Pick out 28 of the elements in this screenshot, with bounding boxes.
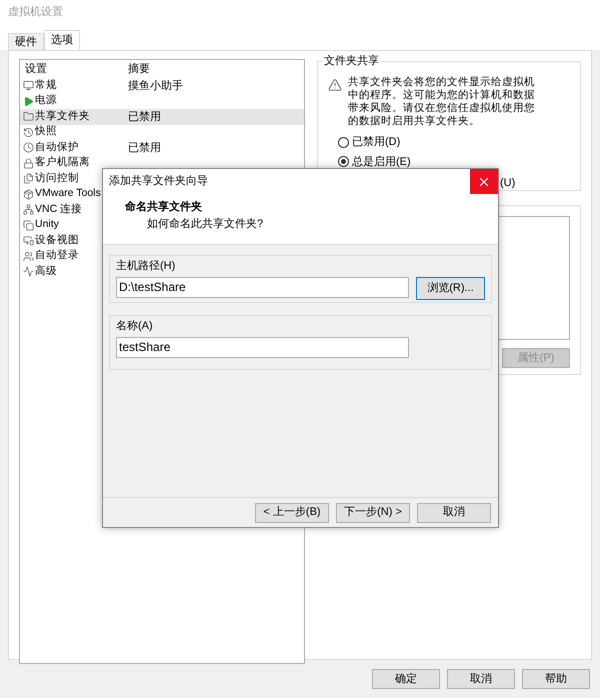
setting-name: Unity [35, 217, 59, 232]
setting-name: 常规 [35, 78, 57, 93]
setting-name: 自动保护 [35, 140, 79, 155]
dialog-subheading: 如何命名此共享文件夹? [146, 216, 264, 232]
dialog-title: 添加共享文件夹向导 [108, 174, 209, 190]
warning-text: 共享文件夹会将您的文件显示给虚拟机中的程序。这可能为您的计算机和数据带来风险。请仅在您信任虚拟机使用您的数据时启用共享文件夹。 [348, 76, 536, 128]
dialog-heading: 命名共享文件夹 [124, 200, 203, 215]
setting-name: VMware Tools [35, 186, 101, 202]
setting-name: 共享文件夹 [35, 108, 90, 124]
setting-name: 访问控制 [35, 170, 79, 186]
setting-name: VNC 连接 [35, 202, 82, 217]
radio-label: 已禁用(D) [352, 135, 400, 150]
setting-summary: 摸鱼小助手 [127, 78, 183, 94]
setting-name: 电源 [35, 93, 57, 108]
field-label: 名称(A) [116, 320, 153, 332]
setting-summary: 已禁用 [127, 140, 161, 156]
radio-label: 总是启用(E) [352, 154, 411, 170]
option-text: (U) [500, 176, 516, 191]
setting-name: 客户机隔离 [35, 155, 90, 170]
column-header: 摘要 [127, 62, 150, 77]
setting-name: 自动登录 [35, 248, 79, 264]
setting-name: 高级 [35, 264, 57, 279]
setting-summary: 已禁用 [127, 110, 161, 124]
window-title: 虚拟机设置 [8, 4, 63, 20]
setting-name: 设备视图 [35, 232, 79, 248]
setting-name: 快照 [35, 124, 57, 140]
field-label: 主机路径(H) [116, 260, 176, 272]
column-header: 设置 [24, 62, 48, 77]
